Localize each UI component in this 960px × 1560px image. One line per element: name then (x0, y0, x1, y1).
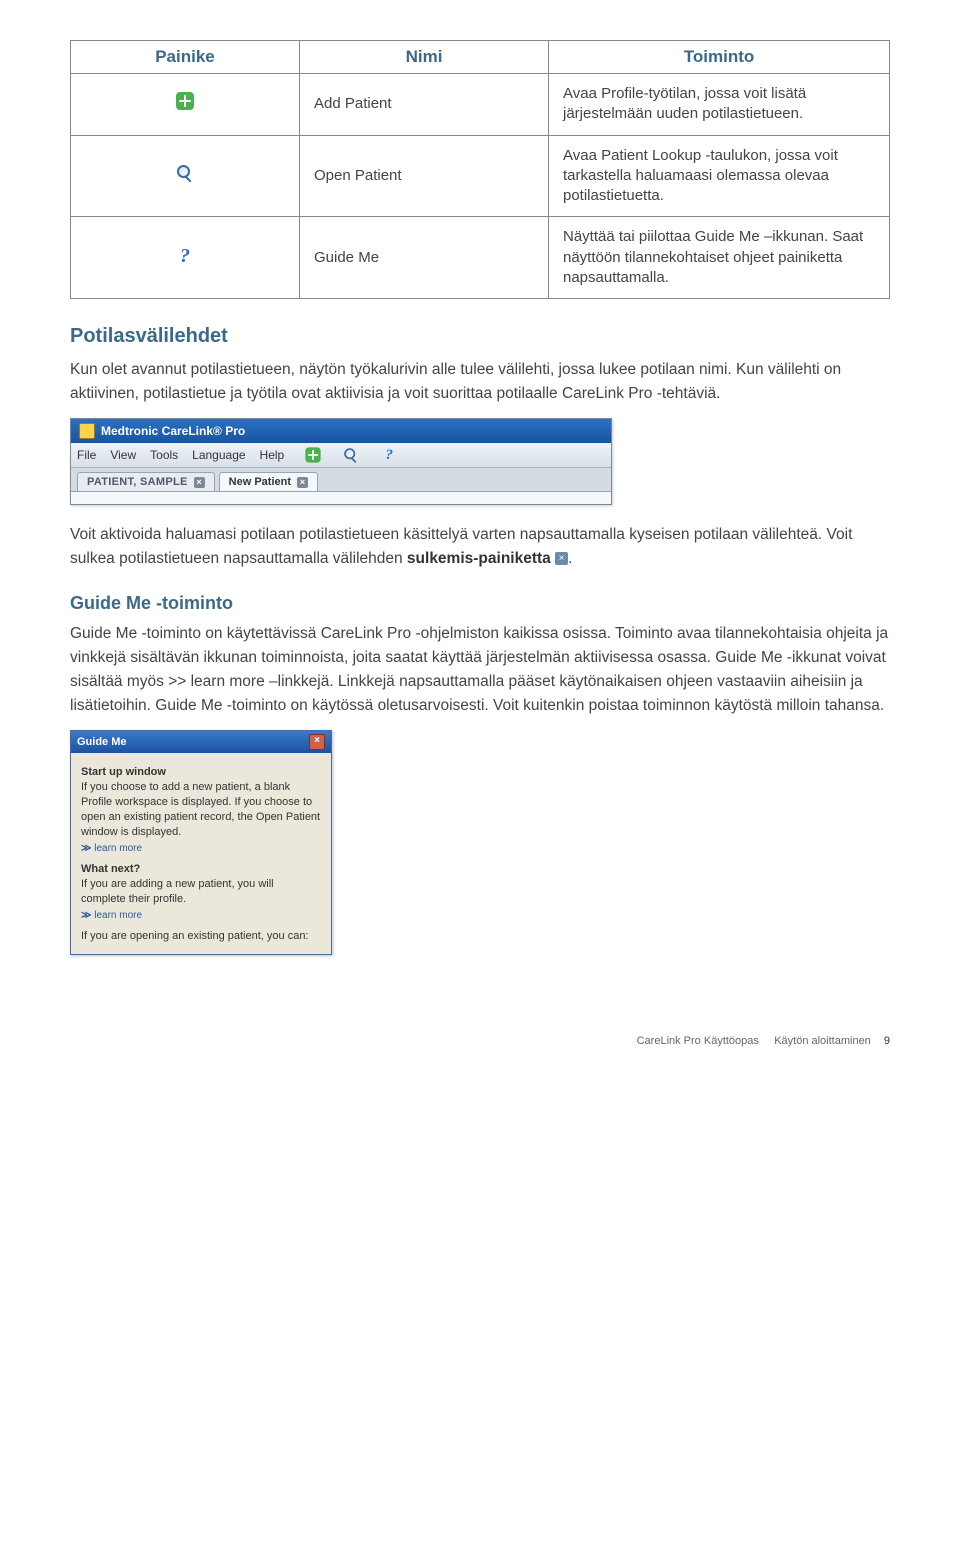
guide-learn-more-link[interactable]: learn more (81, 909, 321, 923)
guide-me-icon: ? (176, 247, 194, 265)
cell-name: Add Patient (300, 74, 549, 136)
cell-name: Guide Me (300, 217, 549, 299)
document-page: Painike Nimi Toiminto Add Patient Avaa P… (0, 0, 960, 1077)
menubar: File View Tools Language Help ? (71, 443, 611, 468)
guide-heading-whatnext: What next? (81, 862, 321, 877)
menu-tools[interactable]: Tools (150, 448, 178, 462)
footer-page-number: 9 (884, 1035, 890, 1047)
cell-desc: Avaa Patient Lookup -taulukon, jossa voi… (549, 135, 890, 217)
table-row: Add Patient Avaa Profile-työtilan, jossa… (71, 74, 890, 136)
tab-label: New Patient (229, 476, 291, 488)
guide-close-icon[interactable]: × (309, 734, 325, 750)
toolbar-open-icon[interactable] (344, 447, 359, 462)
menu-file[interactable]: File (77, 448, 96, 462)
th-toiminto: Toiminto (549, 41, 890, 74)
close-tab-icon-inline: × (555, 552, 568, 565)
guide-body: Start up window If you choose to add a n… (71, 753, 331, 954)
th-painike: Painike (71, 41, 300, 74)
footer-chapter: Käytön aloittaminen (774, 1035, 871, 1047)
window-title-text: Medtronic CareLink® Pro (101, 424, 245, 438)
menu-view[interactable]: View (110, 448, 136, 462)
cell-desc: Näyttää tai piilottaa Guide Me –ikkunan.… (549, 217, 890, 299)
guide-learn-more-link[interactable]: learn more (81, 842, 321, 856)
para-guide-me: Guide Me -toiminto on käytettävissä Care… (70, 622, 890, 718)
guide-titlebar: Guide Me × (71, 731, 331, 753)
para-potilas: Kun olet avannut potilastietueen, näytön… (70, 358, 890, 406)
footer-manual-name: CareLink Pro Käyttöopas (637, 1035, 759, 1047)
cell-name: Open Patient (300, 135, 549, 217)
app-icon (79, 423, 95, 439)
toolbar-guide-icon[interactable]: ? (380, 446, 398, 464)
menu-language[interactable]: Language (192, 448, 245, 462)
window-titlebar: Medtronic CareLink® Pro (71, 419, 611, 443)
guide-title-text: Guide Me (77, 736, 127, 748)
text-span: . (568, 550, 572, 567)
guide-text-whatnext2: If you are opening an existing patient, … (81, 929, 321, 944)
guide-me-window-screenshot: Guide Me × Start up window If you choose… (70, 730, 332, 955)
toolbar-add-icon[interactable] (306, 447, 321, 462)
bold-sulkemispainiketta: sulkemis-painiketta (407, 550, 551, 567)
table-row: Open Patient Avaa Patient Lookup -tauluk… (71, 135, 890, 217)
para-activation: Voit aktivoida haluamasi potilaan potila… (70, 523, 890, 571)
toolbar-reference-table: Painike Nimi Toiminto Add Patient Avaa P… (70, 40, 890, 299)
tab-close-icon[interactable]: × (297, 477, 308, 488)
table-row: ? Guide Me Näyttää tai piilottaa Guide M… (71, 217, 890, 299)
menu-help[interactable]: Help (260, 448, 285, 462)
open-patient-icon (176, 164, 194, 182)
tab-strip: PATIENT, SAMPLE × New Patient × (71, 468, 611, 492)
add-patient-icon (176, 92, 194, 110)
heading-potilasvalilehdet: Potilasvälilehdet (70, 325, 890, 348)
tab-label: PATIENT, SAMPLE (87, 476, 188, 488)
window-body-placeholder (71, 492, 611, 504)
tab-new-patient[interactable]: New Patient × (219, 472, 318, 491)
guide-text-startup: If you choose to add a new patient, a bl… (81, 780, 321, 839)
tab-patient-sample[interactable]: PATIENT, SAMPLE × (77, 472, 215, 491)
carelink-window-screenshot: Medtronic CareLink® Pro File View Tools … (70, 418, 612, 505)
tab-close-icon[interactable]: × (194, 477, 205, 488)
guide-heading-startup: Start up window (81, 765, 321, 780)
cell-desc: Avaa Profile-työtilan, jossa voit lisätä… (549, 74, 890, 136)
heading-guide-me-toiminto: Guide Me -toiminto (70, 593, 890, 614)
th-nimi: Nimi (300, 41, 549, 74)
guide-text-whatnext1: If you are adding a new patient, you wil… (81, 877, 321, 907)
page-footer: CareLink Pro Käyttöopas Käytön aloittami… (70, 1035, 890, 1047)
